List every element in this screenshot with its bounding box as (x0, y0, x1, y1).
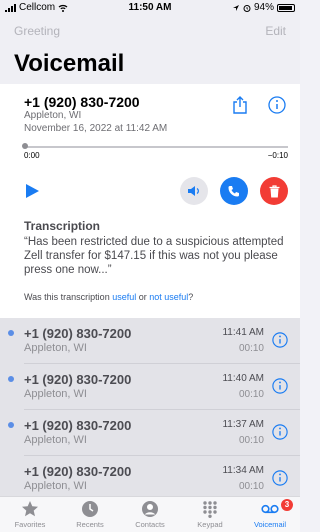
feedback-prefix: Was this transcription (24, 292, 113, 302)
list-item-place: Appleton, WI (24, 434, 87, 446)
info-icon[interactable] (272, 470, 288, 486)
unread-dot (8, 422, 14, 428)
voicemail-list: +1 (920) 830-7200 Appleton, WI 11:41 AM … (0, 318, 300, 498)
detail-number: +1 (920) 830-7200 (24, 94, 140, 110)
tab-recents[interactable]: Recents (60, 500, 120, 529)
keypad-icon (203, 501, 217, 518)
tab-label: Favorites (14, 520, 46, 529)
tab-label: Recents (76, 520, 104, 529)
transcription-text: “Has been restricted due to a suspicious… (24, 236, 284, 276)
remaining-time: −0:10 (267, 151, 288, 160)
list-item-time: 11:34 AM (222, 465, 264, 476)
useful-link[interactable]: useful (112, 292, 136, 302)
list-item[interactable]: +1 (920) 830-7200 Appleton, WI 11:37 AM … (0, 410, 300, 456)
tab-contacts[interactable]: Contacts (120, 500, 180, 529)
list-item-number: +1 (920) 830-7200 (24, 326, 132, 341)
list-item-place: Appleton, WI (24, 342, 87, 354)
trash-icon (269, 184, 279, 197)
speaker-icon (188, 186, 199, 196)
tab-bar: Favorites Recents Contacts Keypad Voicem… (0, 496, 300, 532)
list-item-duration: 00:10 (238, 389, 264, 400)
tab-keypad[interactable]: Keypad (180, 500, 240, 529)
list-item-duration: 00:10 (238, 435, 264, 446)
feedback-or: or (136, 292, 150, 302)
speaker-button[interactable] (180, 177, 208, 205)
transcription-heading: Transcription (24, 219, 101, 233)
playback-scrubber[interactable] (24, 146, 288, 148)
list-item-number: +1 (920) 830-7200 (24, 418, 132, 433)
detail-date: November 16, 2022 at 11:42 AM (24, 123, 168, 134)
voicemail-badge: 3 (281, 499, 293, 511)
list-item-duration: 00:10 (238, 343, 264, 354)
star-icon (22, 501, 38, 517)
nav-bar: Greeting Edit (0, 16, 300, 46)
list-item-number: +1 (920) 830-7200 (24, 372, 132, 387)
elapsed-time: 0:00 (24, 151, 40, 160)
play-icon[interactable] (24, 183, 40, 199)
share-icon[interactable] (232, 96, 248, 114)
location-icon (232, 4, 239, 11)
unread-dot (8, 330, 14, 336)
status-bar: Cellcom 11:50 AM 94% (0, 0, 300, 16)
info-icon[interactable] (272, 424, 288, 440)
battery-percent: 94% (253, 2, 274, 13)
list-item-place: Appleton, WI (24, 480, 87, 492)
delete-button[interactable] (260, 177, 288, 205)
list-item-duration: 00:10 (238, 481, 264, 492)
feedback-suffix: ? (188, 292, 194, 302)
info-icon[interactable] (272, 378, 288, 394)
list-item-place: Appleton, WI (24, 388, 87, 400)
person-icon (142, 501, 158, 517)
alarm-icon (243, 4, 251, 12)
list-item[interactable]: +1 (920) 830-7200 Appleton, WI 11:41 AM … (0, 318, 300, 364)
list-item-number: +1 (920) 830-7200 (24, 464, 132, 479)
scrubber-handle[interactable] (22, 143, 28, 149)
info-icon[interactable] (272, 332, 288, 348)
greeting-button[interactable]: Greeting (14, 24, 60, 38)
page-title: Voicemail (14, 50, 125, 77)
title-area: Voicemail (0, 46, 300, 84)
battery-icon (277, 3, 295, 12)
call-back-button[interactable] (220, 177, 248, 205)
edit-button[interactable]: Edit (265, 24, 286, 38)
transcription-feedback: Was this transcription useful or not use… (24, 292, 193, 302)
list-item-time: 11:37 AM (222, 419, 264, 430)
tab-label: Keypad (197, 520, 223, 529)
phone-icon (228, 186, 239, 197)
list-item-time: 11:40 AM (222, 373, 264, 384)
info-icon[interactable] (268, 96, 286, 114)
list-item-time: 11:41 AM (222, 327, 264, 338)
clock-icon (82, 501, 98, 517)
voicemail-icon (261, 504, 279, 514)
not-useful-link[interactable]: not useful (149, 292, 188, 302)
tab-label: Contacts (135, 520, 165, 529)
unread-dot (8, 376, 14, 382)
detail-place: Appleton, WI (24, 110, 82, 121)
status-right: 94% (232, 2, 295, 13)
voicemail-detail: +1 (920) 830-7200 Appleton, WI November … (0, 84, 300, 318)
tab-favorites[interactable]: Favorites (0, 500, 60, 529)
tab-label: Voicemail (253, 520, 287, 529)
list-item[interactable]: +1 (920) 830-7200 Appleton, WI 11:40 AM … (0, 364, 300, 410)
